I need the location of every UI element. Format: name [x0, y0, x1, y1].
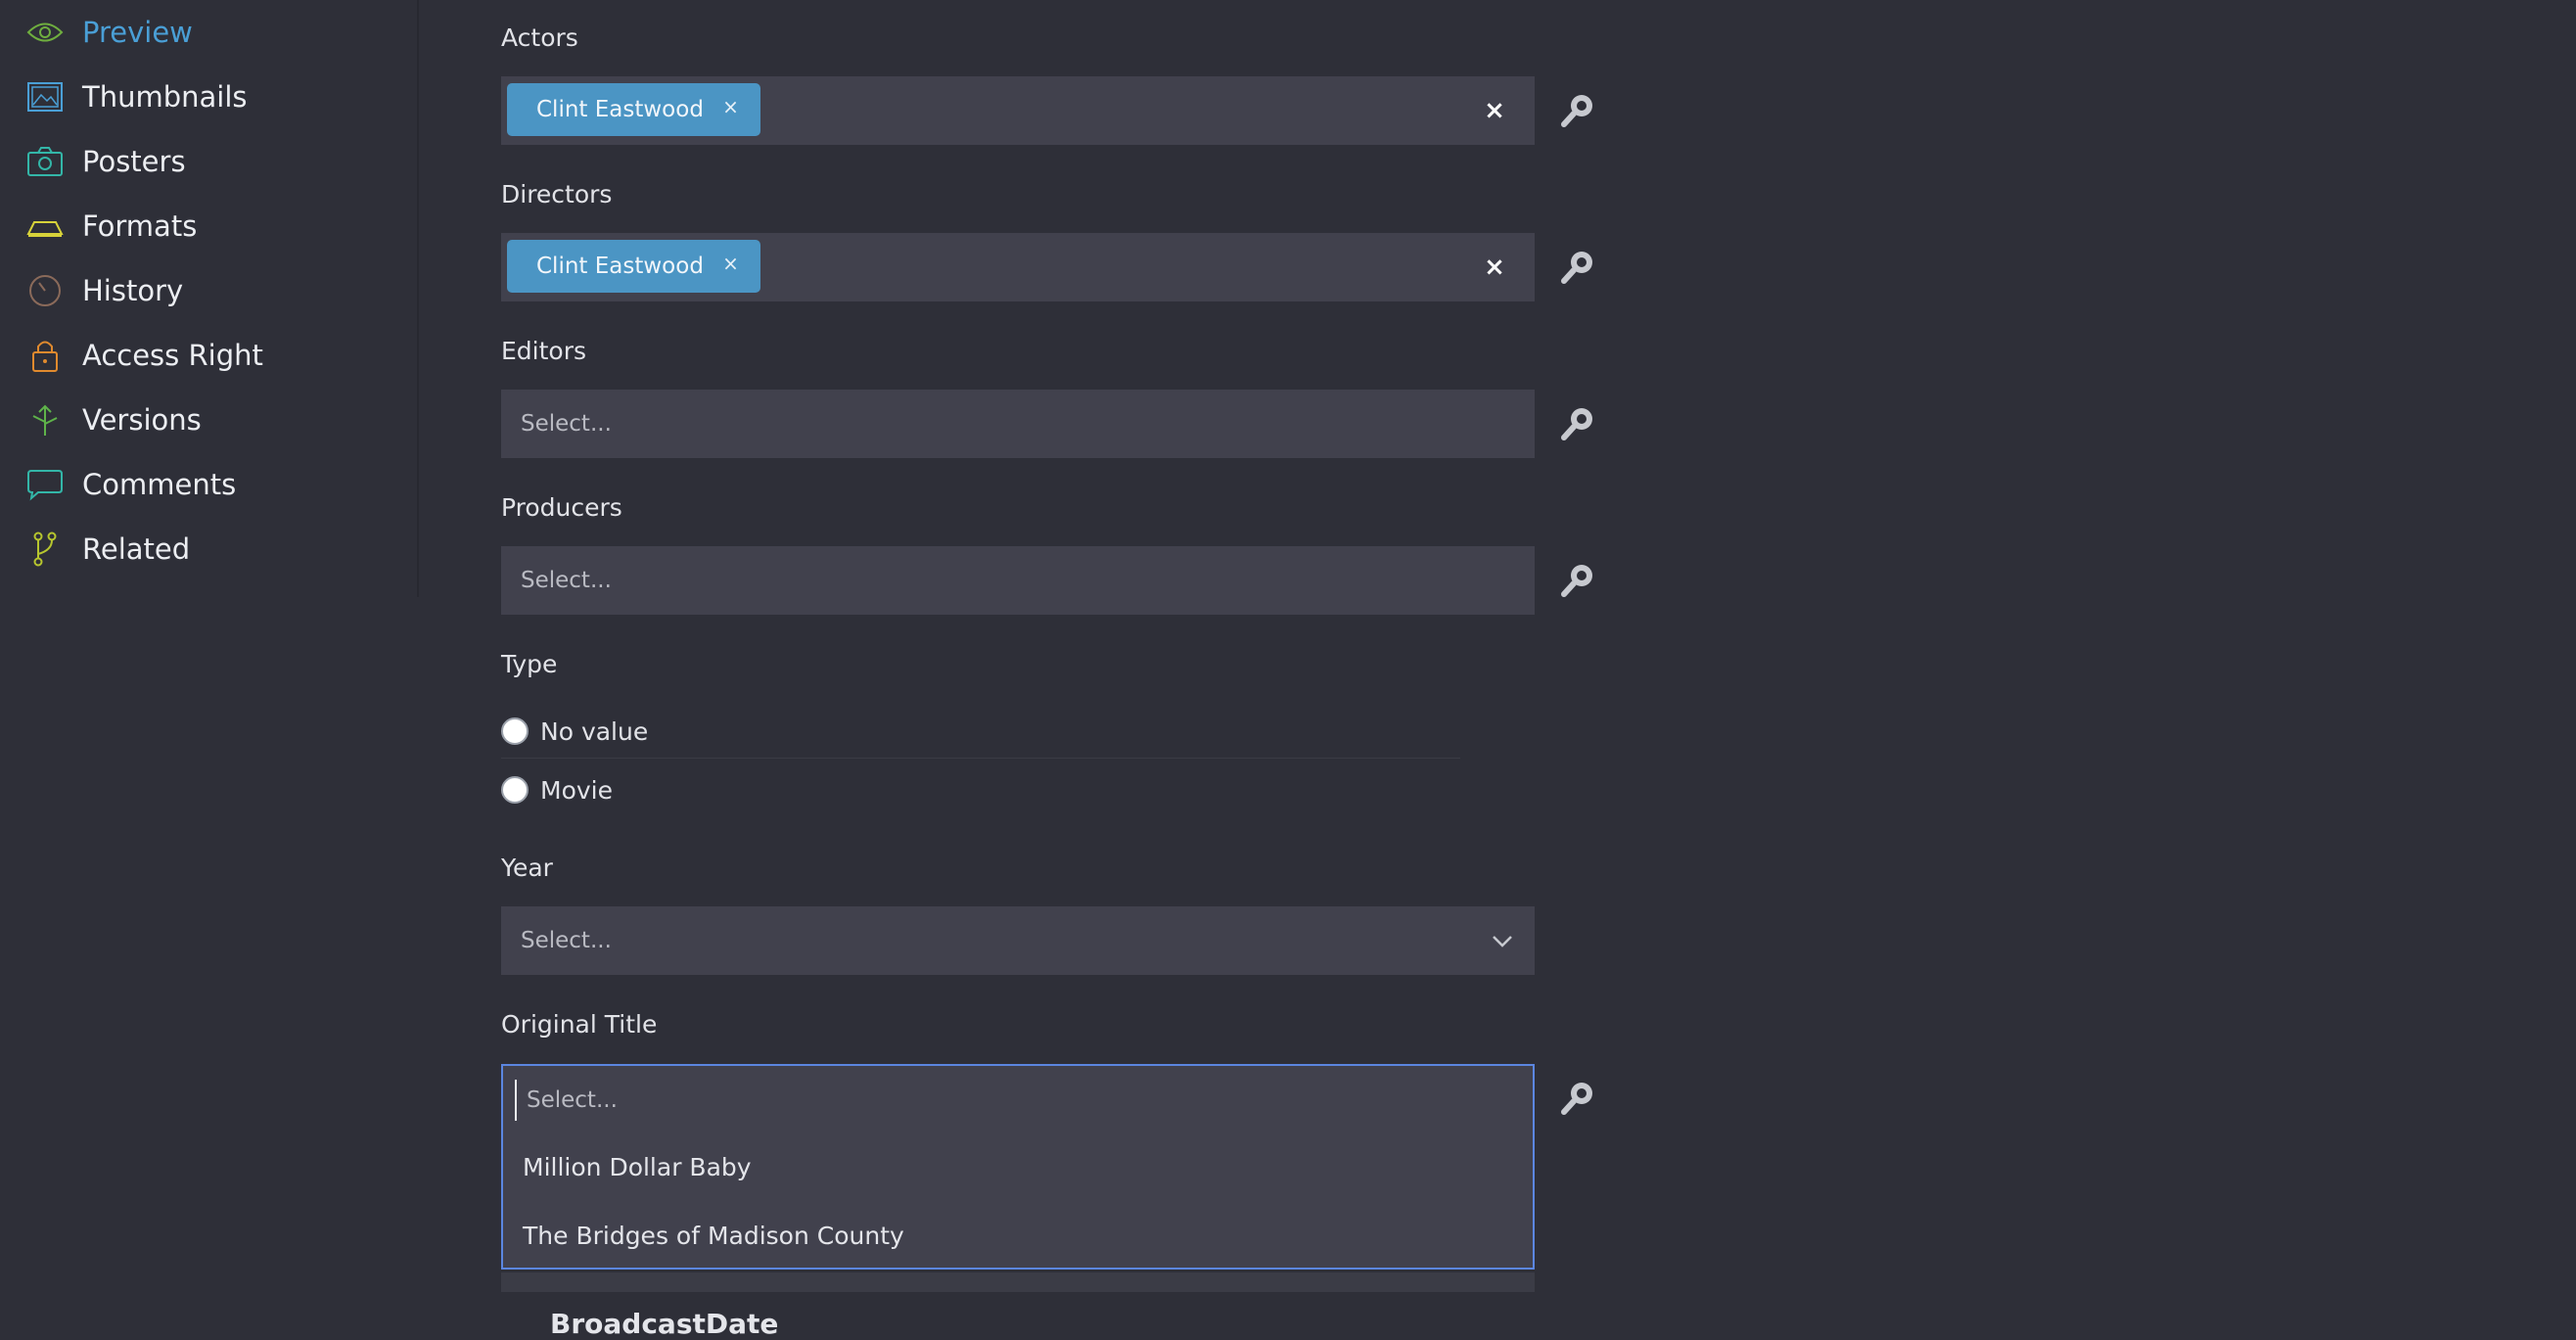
search-icon	[1561, 95, 1592, 127]
sidebar-item-label: Formats	[82, 209, 198, 243]
dropdown-option[interactable]: Million Dollar Baby	[523, 1146, 752, 1189]
radio-button[interactable]	[501, 717, 529, 745]
original-title-input[interactable]: Select...	[515, 1080, 618, 1121]
eye-icon	[25, 13, 65, 52]
editors-label: Editors	[501, 337, 587, 365]
sidebar-item-label: Thumbnails	[82, 80, 248, 114]
directors-search-button[interactable]	[1556, 246, 1599, 289]
actors-search-button[interactable]	[1556, 89, 1599, 132]
select-placeholder: Select...	[521, 928, 612, 953]
sidebar-item-preview[interactable]: Preview	[25, 8, 193, 57]
sidebar-item-label: Versions	[82, 403, 202, 437]
remove-tag-icon[interactable]: ×	[722, 240, 739, 287]
directors-label: Directors	[501, 180, 613, 208]
actors-label: Actors	[501, 23, 578, 52]
sidebar-item-label: History	[82, 274, 184, 307]
select-placeholder: Select...	[521, 411, 612, 437]
chevron-down-icon	[1493, 936, 1512, 947]
remove-tag-icon[interactable]: ×	[722, 83, 739, 130]
sidebar-item-thumbnails[interactable]: Thumbnails	[25, 72, 248, 121]
search-icon	[1561, 565, 1592, 597]
sidebar-item-versions[interactable]: Versions	[25, 395, 202, 444]
camera-icon	[25, 142, 65, 181]
formats-icon	[25, 207, 65, 246]
radio-label: No value	[540, 716, 649, 746]
original-title-label: Original Title	[501, 1010, 658, 1039]
original-title-search-button[interactable]	[1556, 1077, 1599, 1120]
sidebar-item-history[interactable]: History	[25, 266, 183, 315]
sidebar-item-formats[interactable]: Formats	[25, 202, 197, 251]
broadcast-date-label: BroadcastDate	[550, 1308, 779, 1340]
producers-label: Producers	[501, 493, 622, 522]
search-icon	[1561, 408, 1592, 440]
radio-label: Movie	[540, 775, 613, 805]
year-select[interactable]: Select...	[501, 906, 1535, 975]
sidebar-item-label: Access Right	[82, 339, 263, 372]
sidebar-item-access-right[interactable]: Access Right	[25, 331, 263, 380]
select-placeholder: Select...	[521, 568, 612, 593]
actor-tag: Clint Eastwood ×	[507, 83, 760, 136]
type-option-no-value[interactable]: No value	[501, 712, 648, 751]
editors-search-button[interactable]	[1556, 402, 1599, 445]
sidebar: Preview Thumbnails Posters Formats Histo…	[0, 0, 419, 597]
sidebar-item-related[interactable]: Related	[25, 525, 190, 574]
type-label: Type	[501, 650, 558, 678]
sidebar-item-posters[interactable]: Posters	[25, 137, 186, 186]
versions-icon	[25, 400, 65, 439]
history-icon	[25, 271, 65, 310]
metadata-form: Actors Clint Eastwood × × Directors Clin…	[501, 0, 1599, 1340]
sidebar-item-label: Related	[82, 532, 191, 566]
comment-icon	[25, 465, 65, 504]
original-title-select[interactable]: Select... Million Dollar Baby The Bridge…	[501, 1064, 1535, 1270]
actors-select[interactable]: Clint Eastwood × ×	[501, 76, 1535, 145]
clear-icon[interactable]: ×	[1480, 96, 1509, 125]
editors-select[interactable]: Select...	[501, 390, 1535, 458]
next-field-bar	[501, 1272, 1535, 1292]
clear-icon[interactable]: ×	[1480, 253, 1509, 282]
year-label: Year	[501, 854, 553, 882]
lock-icon	[25, 336, 65, 375]
sidebar-item-label: Comments	[82, 468, 237, 501]
directors-select[interactable]: Clint Eastwood × ×	[501, 233, 1535, 301]
sidebar-item-label: Preview	[82, 16, 193, 49]
producers-select[interactable]: Select...	[501, 546, 1535, 615]
tag-label: Clint Eastwood	[536, 254, 704, 279]
search-icon	[1561, 1083, 1592, 1115]
search-icon	[1561, 252, 1592, 284]
producers-search-button[interactable]	[1556, 559, 1599, 602]
branch-icon	[25, 530, 65, 569]
director-tag: Clint Eastwood ×	[507, 240, 760, 293]
sidebar-item-label: Posters	[82, 145, 186, 178]
type-option-movie[interactable]: Movie	[501, 770, 613, 809]
radio-button[interactable]	[501, 776, 529, 804]
dropdown-option[interactable]: The Bridges of Madison County	[523, 1215, 904, 1258]
sidebar-item-comments[interactable]: Comments	[25, 460, 236, 509]
image-icon	[25, 77, 65, 116]
tag-label: Clint Eastwood	[536, 97, 704, 122]
